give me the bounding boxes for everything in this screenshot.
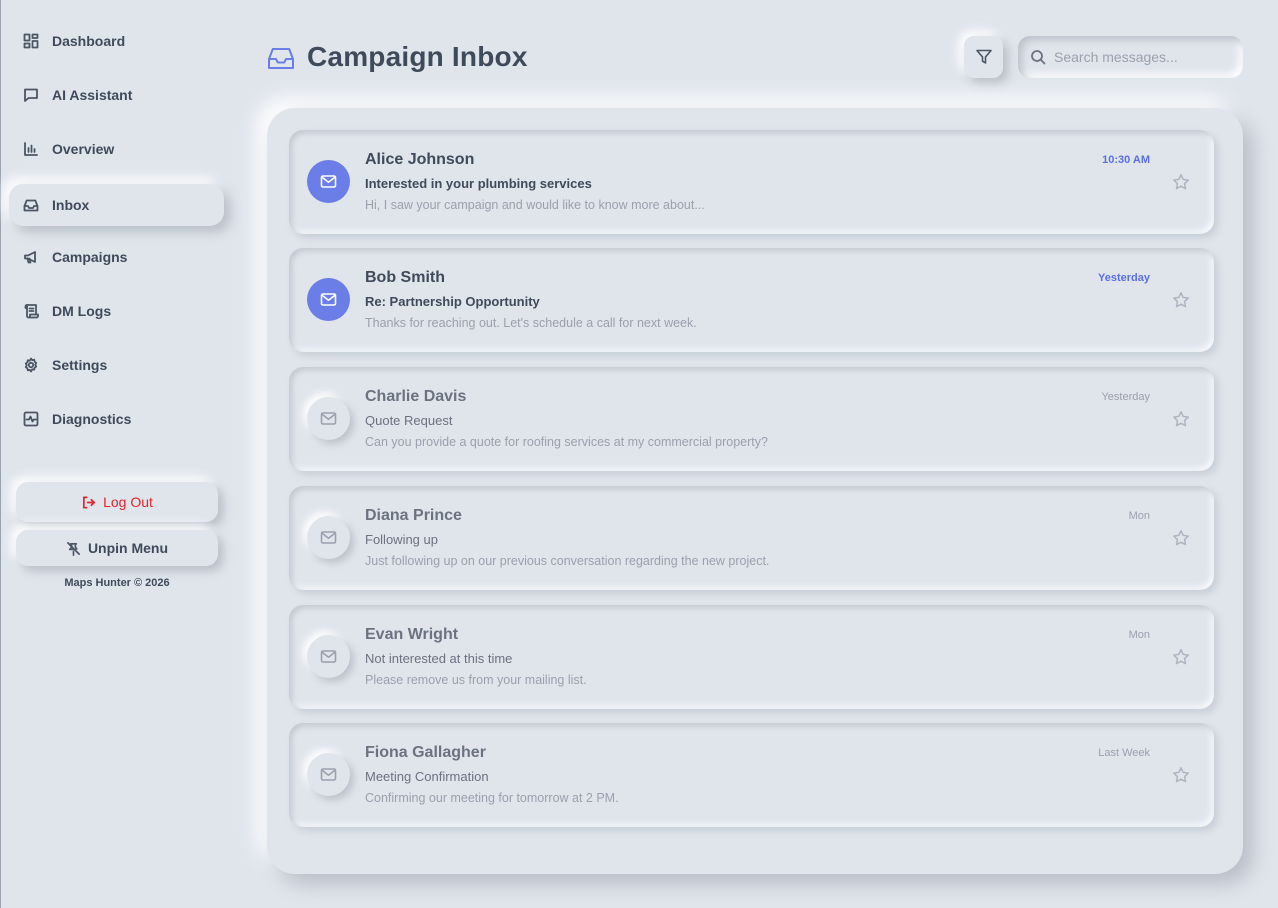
message-subject: Not interested at this time — [365, 651, 513, 666]
message-time: Last Week — [1098, 747, 1150, 759]
sidebar-item-diagnostics[interactable]: Diagnostics — [9, 398, 224, 440]
sidebar-item-label: Inbox — [52, 197, 90, 213]
message-subject: Re: Partnership Opportunity — [365, 294, 540, 309]
sidebar-item-ai-assistant[interactable]: AI Assistant — [9, 74, 224, 116]
message-preview: Please remove us from your mailing list. — [365, 673, 587, 687]
dashboard-icon — [23, 33, 39, 49]
filter-button[interactable] — [964, 36, 1003, 78]
sidebar-item-settings[interactable]: Settings — [9, 344, 224, 386]
search-box — [1018, 36, 1243, 78]
message-time: Mon — [1128, 629, 1150, 641]
star-icon[interactable] — [1172, 766, 1190, 784]
message-subject: Quote Request — [365, 413, 453, 428]
copyright: Maps Hunter © 2026 — [64, 577, 170, 589]
mail-icon — [307, 516, 350, 559]
bar-chart-icon — [23, 141, 39, 157]
message-subject: Following up — [365, 532, 438, 547]
activity-icon — [23, 411, 39, 427]
message-time: 10:30 AM — [1102, 154, 1150, 166]
message-sender: Bob Smith — [365, 269, 445, 286]
message-time: Yesterday — [1098, 272, 1150, 284]
message-preview: Hi, I saw your campaign and would like t… — [365, 198, 705, 212]
sidebar: Dashboard AI Assistant Overview Inbox Ca… — [0, 0, 232, 908]
page-title: Campaign Inbox — [307, 41, 528, 72]
message-preview: Just following up on our previous conver… — [365, 554, 770, 568]
pin-off-icon — [66, 541, 80, 556]
message-item[interactable]: Fiona Gallagher Meeting Confirmation Confi… — [289, 723, 1214, 827]
star-icon[interactable] — [1172, 648, 1190, 666]
unpin-menu-button[interactable]: Unpin Menu — [16, 530, 218, 566]
message-time: Yesterday — [1101, 391, 1150, 403]
message-item[interactable]: Evan Wright Not interested at this time Pl… — [289, 605, 1214, 709]
inbox-icon — [23, 197, 39, 213]
star-icon[interactable] — [1172, 173, 1190, 191]
sidebar-item-label: Diagnostics — [52, 411, 132, 427]
sidebar-item-label: Overview — [52, 141, 115, 157]
mail-icon — [307, 635, 350, 678]
star-icon[interactable] — [1172, 529, 1190, 547]
app: Dashboard AI Assistant Overview Inbox Ca… — [0, 0, 1278, 908]
mail-icon — [307, 753, 350, 796]
logout-icon — [83, 496, 96, 508]
sidebar-item-label: AI Assistant — [52, 87, 133, 103]
message-item[interactable]: Charlie Davis Quote Request Can you provid… — [289, 367, 1214, 471]
logout-label: Log Out — [103, 494, 153, 510]
mail-icon — [307, 160, 350, 203]
filter-icon — [975, 49, 992, 64]
gear-icon — [23, 357, 39, 373]
message-item[interactable]: Alice Johnson Interested in your plumbing… — [289, 130, 1214, 234]
inbox-icon — [267, 45, 295, 71]
search-icon — [1031, 50, 1046, 65]
sidebar-item-dm-logs[interactable]: DM Logs — [9, 290, 224, 332]
message-square-icon — [23, 87, 39, 103]
unpin-label: Unpin Menu — [87, 540, 169, 556]
logout-button[interactable]: Log Out — [16, 482, 218, 522]
search-input[interactable] — [1054, 49, 1224, 65]
message-sender: Charlie Davis — [365, 388, 467, 405]
message-preview: Can you provide a quote for roofing serv… — [365, 435, 768, 449]
message-sender: Fiona Gallagher — [365, 744, 486, 761]
message-subject: Interested in your plumbing services — [365, 176, 592, 191]
scroll-icon — [23, 303, 39, 319]
message-preview: Thanks for reaching out. Let's schedule … — [365, 316, 697, 330]
megaphone-icon — [23, 249, 39, 265]
sidebar-item-label: Settings — [52, 357, 108, 373]
message-time: Mon — [1128, 510, 1150, 522]
mail-icon — [307, 278, 350, 321]
message-preview: Confirming our meeting for tomorrow at 2… — [365, 791, 619, 805]
star-icon[interactable] — [1172, 410, 1190, 428]
message-item[interactable]: Bob Smith Re: Partnership Opportunity Than… — [289, 248, 1214, 352]
sidebar-item-label: DM Logs — [52, 303, 112, 319]
message-sender: Alice Johnson — [365, 151, 475, 168]
sidebar-item-campaigns[interactable]: Campaigns — [9, 236, 224, 278]
sidebar-item-inbox[interactable]: Inbox — [9, 184, 224, 226]
star-icon[interactable] — [1172, 291, 1190, 309]
sidebar-item-label: Dashboard — [52, 33, 126, 49]
sidebar-item-label: Campaigns — [52, 249, 128, 265]
message-item[interactable]: Diana Prince Following up Just following u… — [289, 486, 1214, 590]
sidebar-item-overview[interactable]: Overview — [9, 128, 224, 170]
sidebar-item-dashboard[interactable]: Dashboard — [9, 20, 224, 62]
message-sender: Evan Wright — [365, 626, 459, 643]
message-subject: Meeting Confirmation — [365, 769, 489, 784]
mail-icon — [307, 397, 350, 440]
message-sender: Diana Prince — [365, 507, 462, 524]
